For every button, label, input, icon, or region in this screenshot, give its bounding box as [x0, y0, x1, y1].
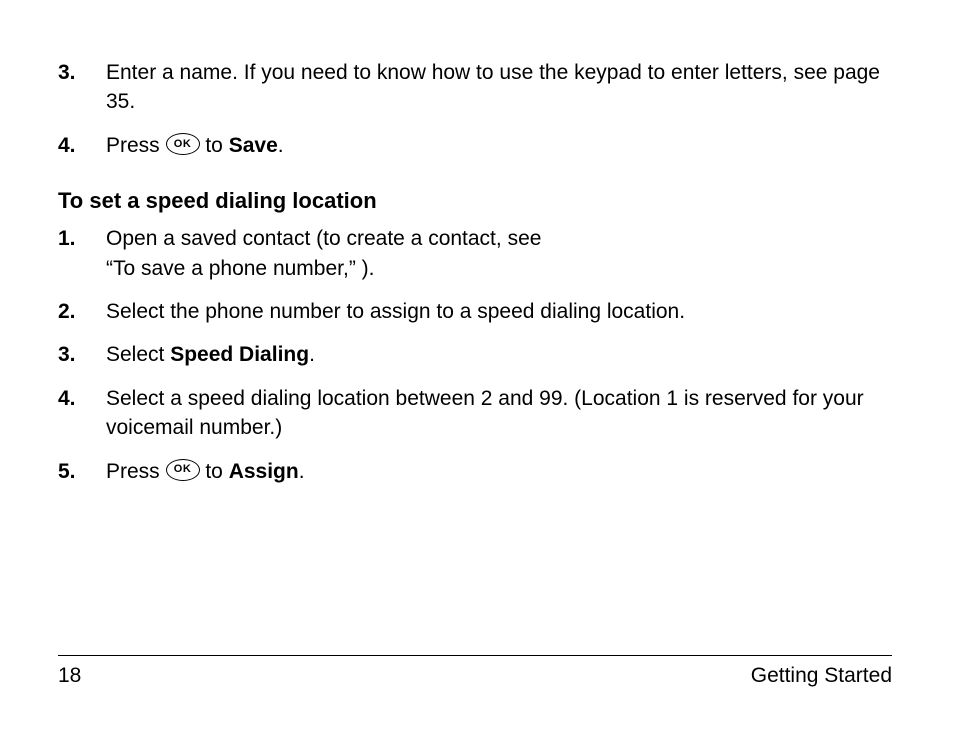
step-item: 3. Enter a name. If you need to know how… — [58, 58, 892, 117]
step-text: Enter a name. If you need to know how to… — [106, 58, 892, 117]
step-number: 1. — [58, 224, 106, 253]
step-number: 4. — [58, 131, 106, 160]
step-list-a: 3. Enter a name. If you need to know how… — [58, 58, 892, 160]
step-text: Press OK to Assign. — [106, 457, 892, 486]
manual-page: 3. Enter a name. If you need to know how… — [0, 0, 954, 738]
step-number: 5. — [58, 457, 106, 486]
step-text: Open a saved contact (to create a contac… — [106, 224, 892, 283]
text-fragment: to — [200, 460, 229, 483]
step-item: 2. Select the phone number to assign to … — [58, 297, 892, 326]
step-number: 3. — [58, 58, 106, 87]
section-heading: To set a speed dialing location — [58, 188, 892, 214]
text-line: “To save a phone number,” ). — [106, 257, 374, 280]
ok-button-icon: OK — [166, 459, 200, 481]
step-number: 2. — [58, 297, 106, 326]
step-number: 3. — [58, 340, 106, 369]
section-title: Getting Started — [751, 664, 892, 688]
footer-divider — [58, 655, 892, 656]
text-fragment: Press — [106, 134, 166, 157]
text-fragment: . — [299, 460, 305, 483]
bold-fragment: Speed Dialing — [170, 343, 309, 366]
text-fragment: . — [309, 343, 315, 366]
text-line: Open a saved contact (to create a contac… — [106, 227, 541, 250]
step-item: 4. Select a speed dialing location betwe… — [58, 384, 892, 443]
text-fragment: . — [278, 134, 284, 157]
text-fragment: Select — [106, 343, 170, 366]
step-text: Press OK to Save. — [106, 131, 892, 160]
step-item: 1. Open a saved contact (to create a con… — [58, 224, 892, 283]
text-fragment: to — [200, 134, 229, 157]
step-item: 5. Press OK to Assign. — [58, 457, 892, 486]
bold-fragment: Save — [229, 134, 278, 157]
step-item: 3. Select Speed Dialing. — [58, 340, 892, 369]
text-fragment: Press — [106, 460, 166, 483]
step-list-b: 1. Open a saved contact (to create a con… — [58, 224, 892, 486]
step-item: 4. Press OK to Save. — [58, 131, 892, 160]
ok-button-icon: OK — [166, 133, 200, 155]
step-text: Select Speed Dialing. — [106, 340, 892, 369]
footer-row: 18 Getting Started — [58, 664, 892, 688]
bold-fragment: Assign — [229, 460, 299, 483]
page-footer: 18 Getting Started — [58, 655, 892, 688]
step-text: Select a speed dialing location between … — [106, 384, 892, 443]
page-number: 18 — [58, 664, 81, 688]
step-text: Select the phone number to assign to a s… — [106, 297, 892, 326]
step-number: 4. — [58, 384, 106, 413]
